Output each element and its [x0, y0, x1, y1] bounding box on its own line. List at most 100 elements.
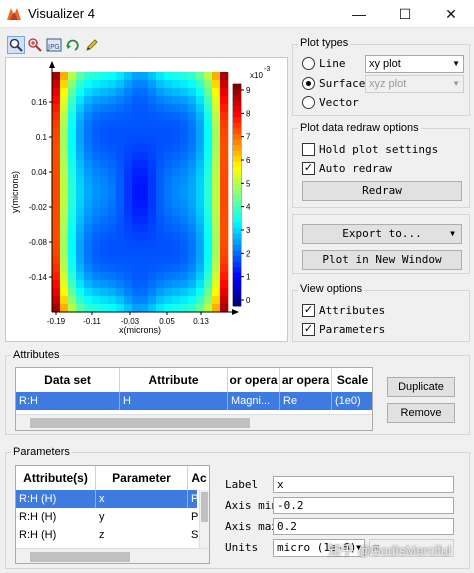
heatmap-cell	[188, 120, 197, 129]
table-row[interactable]: R:H (H) z Slic	[16, 526, 199, 544]
column-header[interactable]: Ac	[188, 466, 209, 490]
heatmap-cell	[100, 240, 109, 249]
heatmap-cell	[108, 88, 117, 97]
plot-canvas[interactable]: -0.19 -0.11 -0.03 0.05 0.13 x(microns) 0.16 0.1…	[5, 57, 288, 342]
heatmap-cell	[140, 224, 149, 233]
heatmap-cell	[132, 192, 141, 201]
axis-min-input[interactable]: -0.2	[273, 497, 454, 514]
vector-radio[interactable]	[302, 96, 315, 109]
attributes-title: Attributes	[11, 349, 62, 361]
parameters-checkbox[interactable]: ✓	[302, 323, 315, 336]
horizontal-scrollbar[interactable]	[16, 414, 372, 430]
heatmap-cell	[212, 88, 221, 97]
colorbar-tick-label: 1	[246, 273, 251, 282]
axis-max-input[interactable]: 0.2	[273, 518, 454, 535]
line-radio[interactable]	[302, 57, 315, 70]
export-jpg-icon[interactable]: JPG	[45, 36, 63, 54]
surface-type-select[interactable]: xyz plot ▼	[365, 75, 464, 93]
heatmap-cell	[124, 232, 133, 241]
heatmap-cell	[196, 304, 205, 313]
heatmap-cell	[92, 120, 101, 129]
heatmap-cell	[76, 136, 85, 145]
colorbar-cell	[233, 289, 241, 296]
heatmap-cell	[164, 200, 173, 209]
remove-button[interactable]: Remove	[387, 403, 455, 423]
heatmap-cell	[84, 120, 93, 129]
heatmap-cell	[84, 128, 93, 137]
heatmap-cell	[220, 272, 229, 281]
column-header[interactable]: or opera	[228, 368, 280, 392]
heatmap-cell	[220, 176, 229, 185]
table-row[interactable]: R:H H Magni... Re (1e0)	[16, 392, 372, 410]
heatmap-cell	[76, 240, 85, 249]
attributes-checkbox[interactable]: ✓	[302, 304, 315, 317]
table-row[interactable]: R:H (H) y Plo	[16, 508, 199, 526]
heatmap-cell	[124, 96, 133, 105]
heatmap-cell	[212, 288, 221, 297]
heatmap-cell	[76, 248, 85, 257]
column-header[interactable]: Data set	[16, 368, 120, 392]
heatmap-cell	[52, 168, 61, 177]
label-input[interactable]: x	[273, 476, 454, 493]
vertical-scrollbar[interactable]	[199, 490, 209, 548]
heatmap-cell	[188, 72, 197, 81]
heatmap-cell	[172, 208, 181, 217]
redraw-button[interactable]: Redraw	[302, 181, 462, 201]
line-type-select[interactable]: xy plot ▼	[365, 55, 464, 73]
heatmap-chart[interactable]: -0.19 -0.11 -0.03 0.05 0.13x(microns)0.160.1…	[6, 58, 289, 343]
close-button[interactable]: ✕	[428, 0, 474, 28]
heatmap-cell	[188, 144, 197, 153]
heatmap-cell	[172, 176, 181, 185]
heatmap-cell	[148, 96, 157, 105]
export-to-button[interactable]: Export to... ▼	[302, 224, 462, 244]
heatmap-cell	[212, 208, 221, 217]
heatmap-cell	[108, 136, 117, 145]
surface-radio[interactable]	[302, 77, 315, 90]
heatmap-cell	[76, 96, 85, 105]
pan-icon[interactable]	[26, 36, 44, 54]
plot-new-window-button[interactable]: Plot in New Window	[302, 250, 462, 270]
redraw-options-title: Plot data redraw options	[298, 122, 421, 134]
hold-settings-checkbox[interactable]	[302, 143, 315, 156]
heatmap-cell	[60, 72, 69, 81]
maximize-button[interactable]: ☐	[382, 0, 428, 28]
minimize-button[interactable]: —	[336, 0, 382, 28]
heatmap-cell	[140, 240, 149, 249]
zoom-icon[interactable]	[7, 36, 25, 54]
heatmap-cell	[84, 272, 93, 281]
heatmap-cell	[116, 248, 125, 257]
heatmap-cell	[116, 240, 125, 249]
pencil-icon[interactable]	[83, 36, 101, 54]
column-header[interactable]: ar opera	[280, 368, 332, 392]
duplicate-button[interactable]: Duplicate	[387, 377, 455, 397]
rotate-icon[interactable]	[64, 36, 82, 54]
heatmap-cell	[156, 128, 165, 137]
heatmap-cell	[84, 88, 93, 97]
scrollbar-thumb[interactable]	[30, 418, 250, 428]
table-row[interactable]: R:H (H) x Plo	[16, 490, 199, 508]
heatmap-cell	[84, 240, 93, 249]
column-header[interactable]: Attribute	[120, 368, 228, 392]
heatmap-cell	[76, 128, 85, 137]
heatmap-cell	[68, 144, 77, 153]
column-header[interactable]: Parameter	[96, 466, 188, 490]
heatmap-cell	[108, 224, 117, 233]
parameters-table[interactable]: Attribute(s) Parameter Ac R:H (H) x Plo …	[15, 465, 210, 564]
heatmap-cell	[76, 72, 85, 81]
heatmap-cell	[124, 80, 133, 89]
scrollbar-thumb[interactable]	[201, 492, 208, 522]
column-header[interactable]: Scale	[332, 368, 372, 392]
column-header[interactable]: Attribute(s)	[16, 466, 96, 490]
heatmap-cell	[60, 272, 69, 281]
heatmap-cell	[140, 168, 149, 177]
heatmap-cell	[76, 224, 85, 233]
scrollbar-thumb[interactable]	[30, 552, 130, 562]
horizontal-scrollbar[interactable]	[16, 548, 209, 563]
heatmap-cell	[84, 232, 93, 241]
auto-redraw-checkbox[interactable]: ✓	[302, 162, 315, 175]
heatmap-cell	[148, 136, 157, 145]
heatmap-cell	[204, 256, 213, 265]
heatmap-cell	[116, 120, 125, 129]
heatmap-cell	[68, 72, 77, 81]
attributes-table[interactable]: Data set Attribute or opera ar opera Sca…	[15, 367, 373, 431]
